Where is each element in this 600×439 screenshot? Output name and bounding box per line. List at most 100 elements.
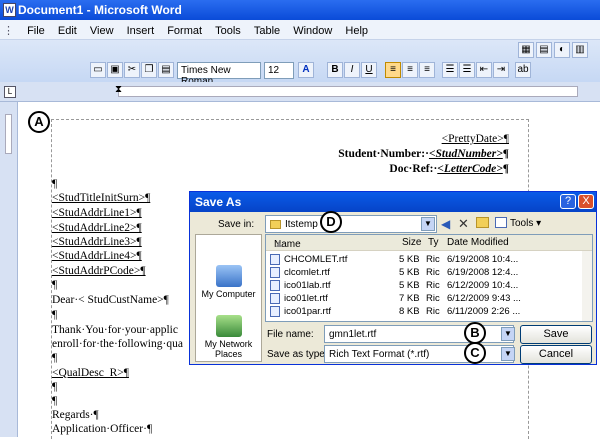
computer-icon: [215, 265, 242, 287]
places-bar: My Computer My Network Places: [195, 234, 262, 362]
pretty-date-field: <PrettyDate>¶: [441, 133, 509, 145]
file-row[interactable]: ico01lab.rtf 5 KB Ric 6/12/2009 10:4...: [266, 279, 584, 292]
rtf-file-icon: [270, 306, 280, 317]
highlight-icon[interactable]: ab: [515, 62, 531, 78]
toolbar-icon-b[interactable]: ▤: [536, 42, 552, 58]
dialog-title: Save As: [195, 195, 242, 209]
font-size-select[interactable]: 12: [264, 62, 294, 79]
font-color-icon[interactable]: A: [298, 62, 314, 78]
col-size[interactable]: Size: [402, 237, 421, 248]
place-my-network[interactable]: My Network Places: [196, 315, 261, 359]
col-type[interactable]: Ty: [428, 237, 439, 248]
menu-table[interactable]: Table: [249, 21, 285, 37]
menu-tools[interactable]: Tools: [210, 21, 246, 37]
chevron-down-icon[interactable]: ▼: [421, 217, 435, 231]
toolbar-icon-d[interactable]: ▥: [572, 42, 588, 58]
doc-empty-paragraph: ¶: [52, 395, 58, 407]
rtf-file-icon: [270, 254, 280, 265]
ruler-scale[interactable]: [118, 86, 578, 97]
increase-indent-icon[interactable]: ⇥: [493, 62, 509, 78]
toolbar-area: ▦ ▤ ◐ ▥ ▭ ▣ ✂ ❐ ▤ Times New Roman 12 A B…: [0, 40, 600, 87]
menu-grip-icon: ⋮: [3, 25, 14, 37]
back-icon[interactable]: ◀: [441, 217, 450, 231]
menu-format[interactable]: Format: [162, 21, 207, 37]
align-center-icon[interactable]: ≡: [402, 62, 418, 78]
indent-marker-icon[interactable]: ⧗: [115, 84, 122, 95]
doc-addr-line: <StudTitleInitSurn>¶: [52, 192, 151, 204]
italic-button[interactable]: I: [344, 62, 360, 78]
underline-button[interactable]: U: [361, 62, 377, 78]
file-name-label: File name:: [267, 329, 314, 340]
help-button[interactable]: ?: [560, 194, 576, 209]
file-list[interactable]: Name ▲ Size Ty Date Modified CHCOMLET.rt…: [265, 234, 593, 322]
save-button[interactable]: Save: [520, 325, 592, 344]
doc-empty-paragraph: ¶: [52, 279, 58, 291]
copy-icon[interactable]: ❐: [141, 62, 157, 78]
doc-addr-line: <StudAddrLine1>¶: [52, 207, 142, 219]
marker-d: D: [320, 211, 342, 233]
doc-dear-line: Dear·< StudCustName>¶: [52, 294, 169, 306]
tools-menu[interactable]: Tools ▾: [510, 218, 541, 229]
doc-ref-line: Doc·Ref:·<LetterCode>¶: [389, 163, 509, 175]
menu-file[interactable]: File: [22, 21, 50, 37]
doc-addr-line: <StudAddrLine3>¶: [52, 236, 142, 248]
toolbar-icon-a[interactable]: ▦: [518, 42, 534, 58]
file-row[interactable]: clcomlet.rtf 5 KB Ric 6/19/2008 12:4...: [266, 266, 584, 279]
cut-icon[interactable]: ✂: [124, 62, 140, 78]
student-number-line: Student·Number:·<StudNumber>¶: [338, 148, 509, 160]
align-right-icon[interactable]: ≡: [419, 62, 435, 78]
save-in-select[interactable]: Itstemp ▼: [265, 215, 437, 233]
file-row[interactable]: ico01par.rtf 8 KB Ric 6/11/2009 2:26 ...: [266, 305, 584, 318]
doc-empty-paragraph: ¶: [52, 352, 58, 364]
bullets-icon[interactable]: ☰: [459, 62, 475, 78]
menu-help[interactable]: Help: [340, 21, 373, 37]
toolbar-icon-c[interactable]: ◐: [554, 42, 570, 58]
paste-icon[interactable]: ▤: [158, 62, 174, 78]
new-folder-icon[interactable]: [476, 217, 489, 228]
doc-body-line: Thank·You·for·your·applic: [52, 324, 178, 336]
file-row[interactable]: ico01let.rtf 7 KB Ric 6/12/2009 9:43 ...: [266, 292, 584, 305]
align-left-icon[interactable]: ≡: [385, 62, 401, 78]
rtf-file-icon: [270, 267, 280, 278]
menu-edit[interactable]: Edit: [53, 21, 82, 37]
rtf-file-icon: [270, 280, 280, 291]
marker-c: C: [464, 342, 486, 364]
doc-regards-line: Regards·¶: [52, 409, 99, 421]
dialog-titlebar: Save As: [190, 192, 596, 212]
doc-empty-paragraph: ¶: [52, 178, 58, 190]
tab-selector-icon[interactable]: L: [4, 86, 16, 98]
place-my-computer[interactable]: My Computer: [196, 265, 261, 299]
menu-insert[interactable]: Insert: [122, 21, 160, 37]
window-title: Document1 - Microsoft Word: [18, 3, 182, 17]
chevron-down-icon[interactable]: ▼: [501, 327, 515, 341]
doc-body-line: enroll·for·the·following·qua: [52, 338, 183, 350]
menu-window[interactable]: Window: [288, 21, 337, 37]
decrease-indent-icon[interactable]: ⇤: [476, 62, 492, 78]
network-icon: [215, 315, 242, 337]
menu-bar: ⋮ File Edit View Insert Format Tools Tab…: [0, 20, 600, 40]
save-icon[interactable]: ▣: [107, 62, 123, 78]
file-list-header: Name ▲ Size Ty Date Modified: [266, 235, 592, 251]
close-button[interactable]: X: [578, 194, 594, 209]
marker-a: A: [28, 111, 50, 133]
delete-icon[interactable]: ✕: [458, 216, 469, 232]
doc-addr-line: <StudAddrPCode>¶: [52, 265, 146, 277]
chevron-down-icon[interactable]: ▼: [501, 347, 515, 361]
numbering-icon[interactable]: ☰: [442, 62, 458, 78]
doc-addr-line: <StudAddrLine4>¶: [52, 250, 142, 262]
file-row[interactable]: CHCOMLET.rtf 5 KB Ric 6/19/2008 10:4...: [266, 253, 584, 266]
font-name-select[interactable]: Times New Roman: [177, 62, 261, 87]
rtf-file-icon: [270, 293, 280, 304]
views-icon[interactable]: [495, 217, 507, 228]
cancel-button[interactable]: Cancel: [520, 345, 592, 364]
save-type-label: Save as type:: [267, 349, 328, 360]
word-doc-icon: W: [3, 3, 16, 17]
file-list-scrollbar[interactable]: [582, 251, 592, 321]
doc-officer-line: Application·Officer·¶: [52, 423, 153, 435]
doc-qual-line: <QualDesc_R>¶: [52, 367, 129, 379]
open-icon[interactable]: ▭: [90, 62, 106, 78]
col-date[interactable]: Date Modified: [447, 237, 509, 248]
sort-arrow-icon: ▲: [274, 239, 284, 250]
menu-view[interactable]: View: [85, 21, 119, 37]
bold-button[interactable]: B: [327, 62, 343, 78]
